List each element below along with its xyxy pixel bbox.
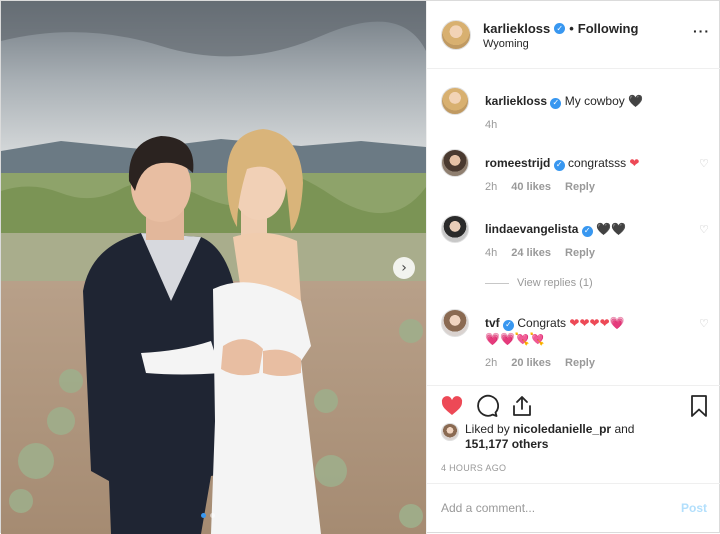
reply-button[interactable]: Reply: [565, 357, 595, 369]
post-button[interactable]: Post: [681, 501, 707, 515]
divider: [485, 282, 509, 284]
post-photo[interactable]: ›: [1, 1, 426, 534]
next-arrow-icon[interactable]: ›: [393, 257, 415, 279]
likes-text[interactable]: Liked by nicoledanielle_pr and 151,177 o…: [465, 422, 634, 452]
avatar[interactable]: [441, 309, 469, 337]
view-replies-button[interactable]: View replies (1): [485, 277, 593, 289]
comment-age: 4h: [485, 247, 498, 259]
likes-prefix: Liked by: [465, 422, 510, 436]
comment-input[interactable]: Add a comment...: [441, 501, 535, 515]
heart-icon[interactable]: [440, 394, 464, 418]
post-header: karliekloss ✓ • Following Wyoming ···: [427, 1, 720, 69]
comment-text-line: lindaevangelista ✓ 🖤🖤: [485, 221, 685, 237]
caption-meta: 4h: [485, 119, 497, 131]
verified-icon: ✓: [503, 319, 515, 331]
location-link[interactable]: Wyoming: [483, 38, 529, 50]
carousel-dots: [201, 513, 215, 518]
comment-icon[interactable]: [475, 394, 499, 418]
likes-summary: Liked by nicoledanielle_pr and 151,177 o…: [441, 422, 634, 452]
avatar[interactable]: [441, 215, 469, 243]
verified-icon: ✓: [553, 159, 565, 171]
separator: •: [569, 21, 574, 36]
reply-button[interactable]: Reply: [565, 247, 595, 259]
comment-like-heart-icon[interactable]: ♡: [699, 157, 709, 170]
view-replies-label[interactable]: View replies (1): [517, 277, 593, 289]
header-user-row: karliekloss ✓ • Following: [483, 21, 638, 36]
reply-button[interactable]: Reply: [565, 181, 595, 193]
likes-others[interactable]: 151,177 others: [465, 437, 548, 451]
header-username[interactable]: karliekloss: [483, 21, 550, 36]
add-comment-bar: Add a comment... Post: [427, 483, 720, 534]
caption-text: My cowboy: [564, 94, 625, 108]
comment-age: 2h: [485, 357, 498, 369]
comment-username[interactable]: lindaevangelista: [485, 222, 578, 236]
caption-text-line: karliekloss ✓ My cowboy 🖤: [485, 93, 685, 109]
caption-emoji: 🖤: [628, 94, 644, 108]
comment-emoji: ❤❤❤❤💗: [569, 316, 625, 330]
comment-like-heart-icon[interactable]: ♡: [699, 223, 709, 236]
avatar[interactable]: [441, 149, 469, 177]
comment-meta: 2h 40 likes Reply: [485, 181, 595, 193]
comment-text: congratsss: [568, 156, 627, 170]
avatar[interactable]: [441, 423, 459, 441]
more-dots-icon[interactable]: ···: [693, 23, 710, 39]
comment-text: Congrats: [517, 316, 567, 330]
avatar[interactable]: [441, 87, 469, 115]
likes-user[interactable]: nicoledanielle_pr: [513, 422, 611, 436]
carousel-dot: [210, 513, 215, 518]
carousel-dot-active: [201, 513, 206, 518]
comment-meta: 4h 24 likes Reply: [485, 247, 595, 259]
comment-text-line: romeestrijd ✓ congratsss ❤: [485, 155, 685, 171]
likes-and: and: [614, 422, 635, 436]
comment-likes[interactable]: 20 likes: [511, 357, 551, 369]
caption-age: 4h: [485, 119, 498, 131]
post-panel: karliekloss ✓ • Following Wyoming ··· ka…: [426, 1, 720, 534]
instagram-post: › karliekloss ✓ • Following Wyoming ··· …: [0, 0, 720, 534]
comment-username[interactable]: romeestrijd: [485, 156, 550, 170]
photo-illustration: [1, 1, 426, 534]
comment-likes[interactable]: 24 likes: [511, 247, 551, 259]
verified-icon: ✓: [581, 225, 593, 237]
verified-icon: ✓: [554, 23, 566, 34]
post-timestamp[interactable]: 4 HOURS AGO: [441, 463, 506, 473]
follow-status-button[interactable]: Following: [578, 21, 639, 36]
verified-icon: ✓: [550, 97, 562, 109]
bookmark-icon[interactable]: [687, 394, 711, 418]
comment-username[interactable]: tvf: [485, 316, 500, 330]
avatar[interactable]: [441, 20, 471, 50]
comment-emoji: ❤: [629, 156, 640, 170]
comment-age: 2h: [485, 181, 498, 193]
comment-text-line: tvf ✓ Congrats ❤❤❤❤💗 💗💗💘💘: [485, 315, 685, 347]
comment-meta: 2h 20 likes Reply: [485, 357, 595, 369]
comment-likes[interactable]: 40 likes: [511, 181, 551, 193]
share-icon[interactable]: [510, 394, 534, 418]
comment-emoji: 🖤🖤: [596, 222, 626, 236]
comment-like-heart-icon[interactable]: ♡: [699, 317, 709, 330]
caption-username[interactable]: karliekloss: [485, 94, 547, 108]
comment-emoji-line2: 💗💗💘💘: [485, 332, 545, 346]
